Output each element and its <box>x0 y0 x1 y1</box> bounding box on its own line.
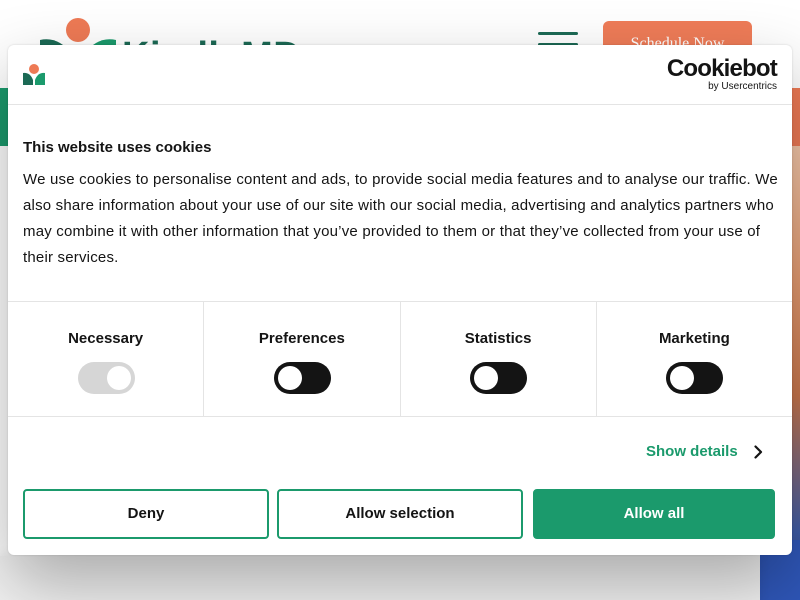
toggle-knob <box>106 366 131 390</box>
deny-button[interactable]: Deny <box>23 489 269 539</box>
preferences-toggle[interactable] <box>273 362 331 394</box>
category-label: Statistics <box>464 330 532 347</box>
toggle-knob <box>670 366 695 390</box>
category-statistics: Statistics <box>401 302 597 416</box>
dialog-header: Cookiebot by Usercentrics <box>8 45 792 105</box>
chevron-right-icon <box>754 445 762 459</box>
dialog-title: This website uses cookies <box>23 139 212 156</box>
cookiebot-logo[interactable]: Cookiebot by Usercentrics <box>666 55 778 93</box>
category-label: Preferences <box>258 330 345 347</box>
allow-all-button[interactable]: Allow all <box>533 489 775 539</box>
allow-selection-button[interactable]: Allow selection <box>277 489 523 539</box>
marketing-toggle[interactable] <box>666 362 724 394</box>
category-marketing: Marketing <box>597 302 792 416</box>
toggle-knob <box>474 366 499 390</box>
necessary-toggle <box>77 362 135 394</box>
cookie-consent-dialog: Cookiebot by Usercentrics This website u… <box>8 45 792 555</box>
cookiebot-wordmark: Cookiebot <box>666 55 778 82</box>
statistics-toggle[interactable] <box>470 362 528 394</box>
category-preferences: Preferences <box>204 302 401 416</box>
dialog-body-text: We use cookies to personalise content an… <box>23 171 778 266</box>
show-details-link[interactable]: Show details <box>646 441 763 463</box>
category-necessary: Necessary <box>8 302 205 416</box>
toggle-knob <box>277 366 302 390</box>
kindlymd-flower-icon <box>23 64 45 85</box>
show-details-label: Show details <box>646 443 738 461</box>
consent-categories: Necessary Preferences Statistics Marketi… <box>8 301 792 417</box>
cookiebot-subtitle: by Usercentrics <box>708 81 777 92</box>
category-label: Marketing <box>658 330 730 347</box>
category-label: Necessary <box>68 330 144 347</box>
